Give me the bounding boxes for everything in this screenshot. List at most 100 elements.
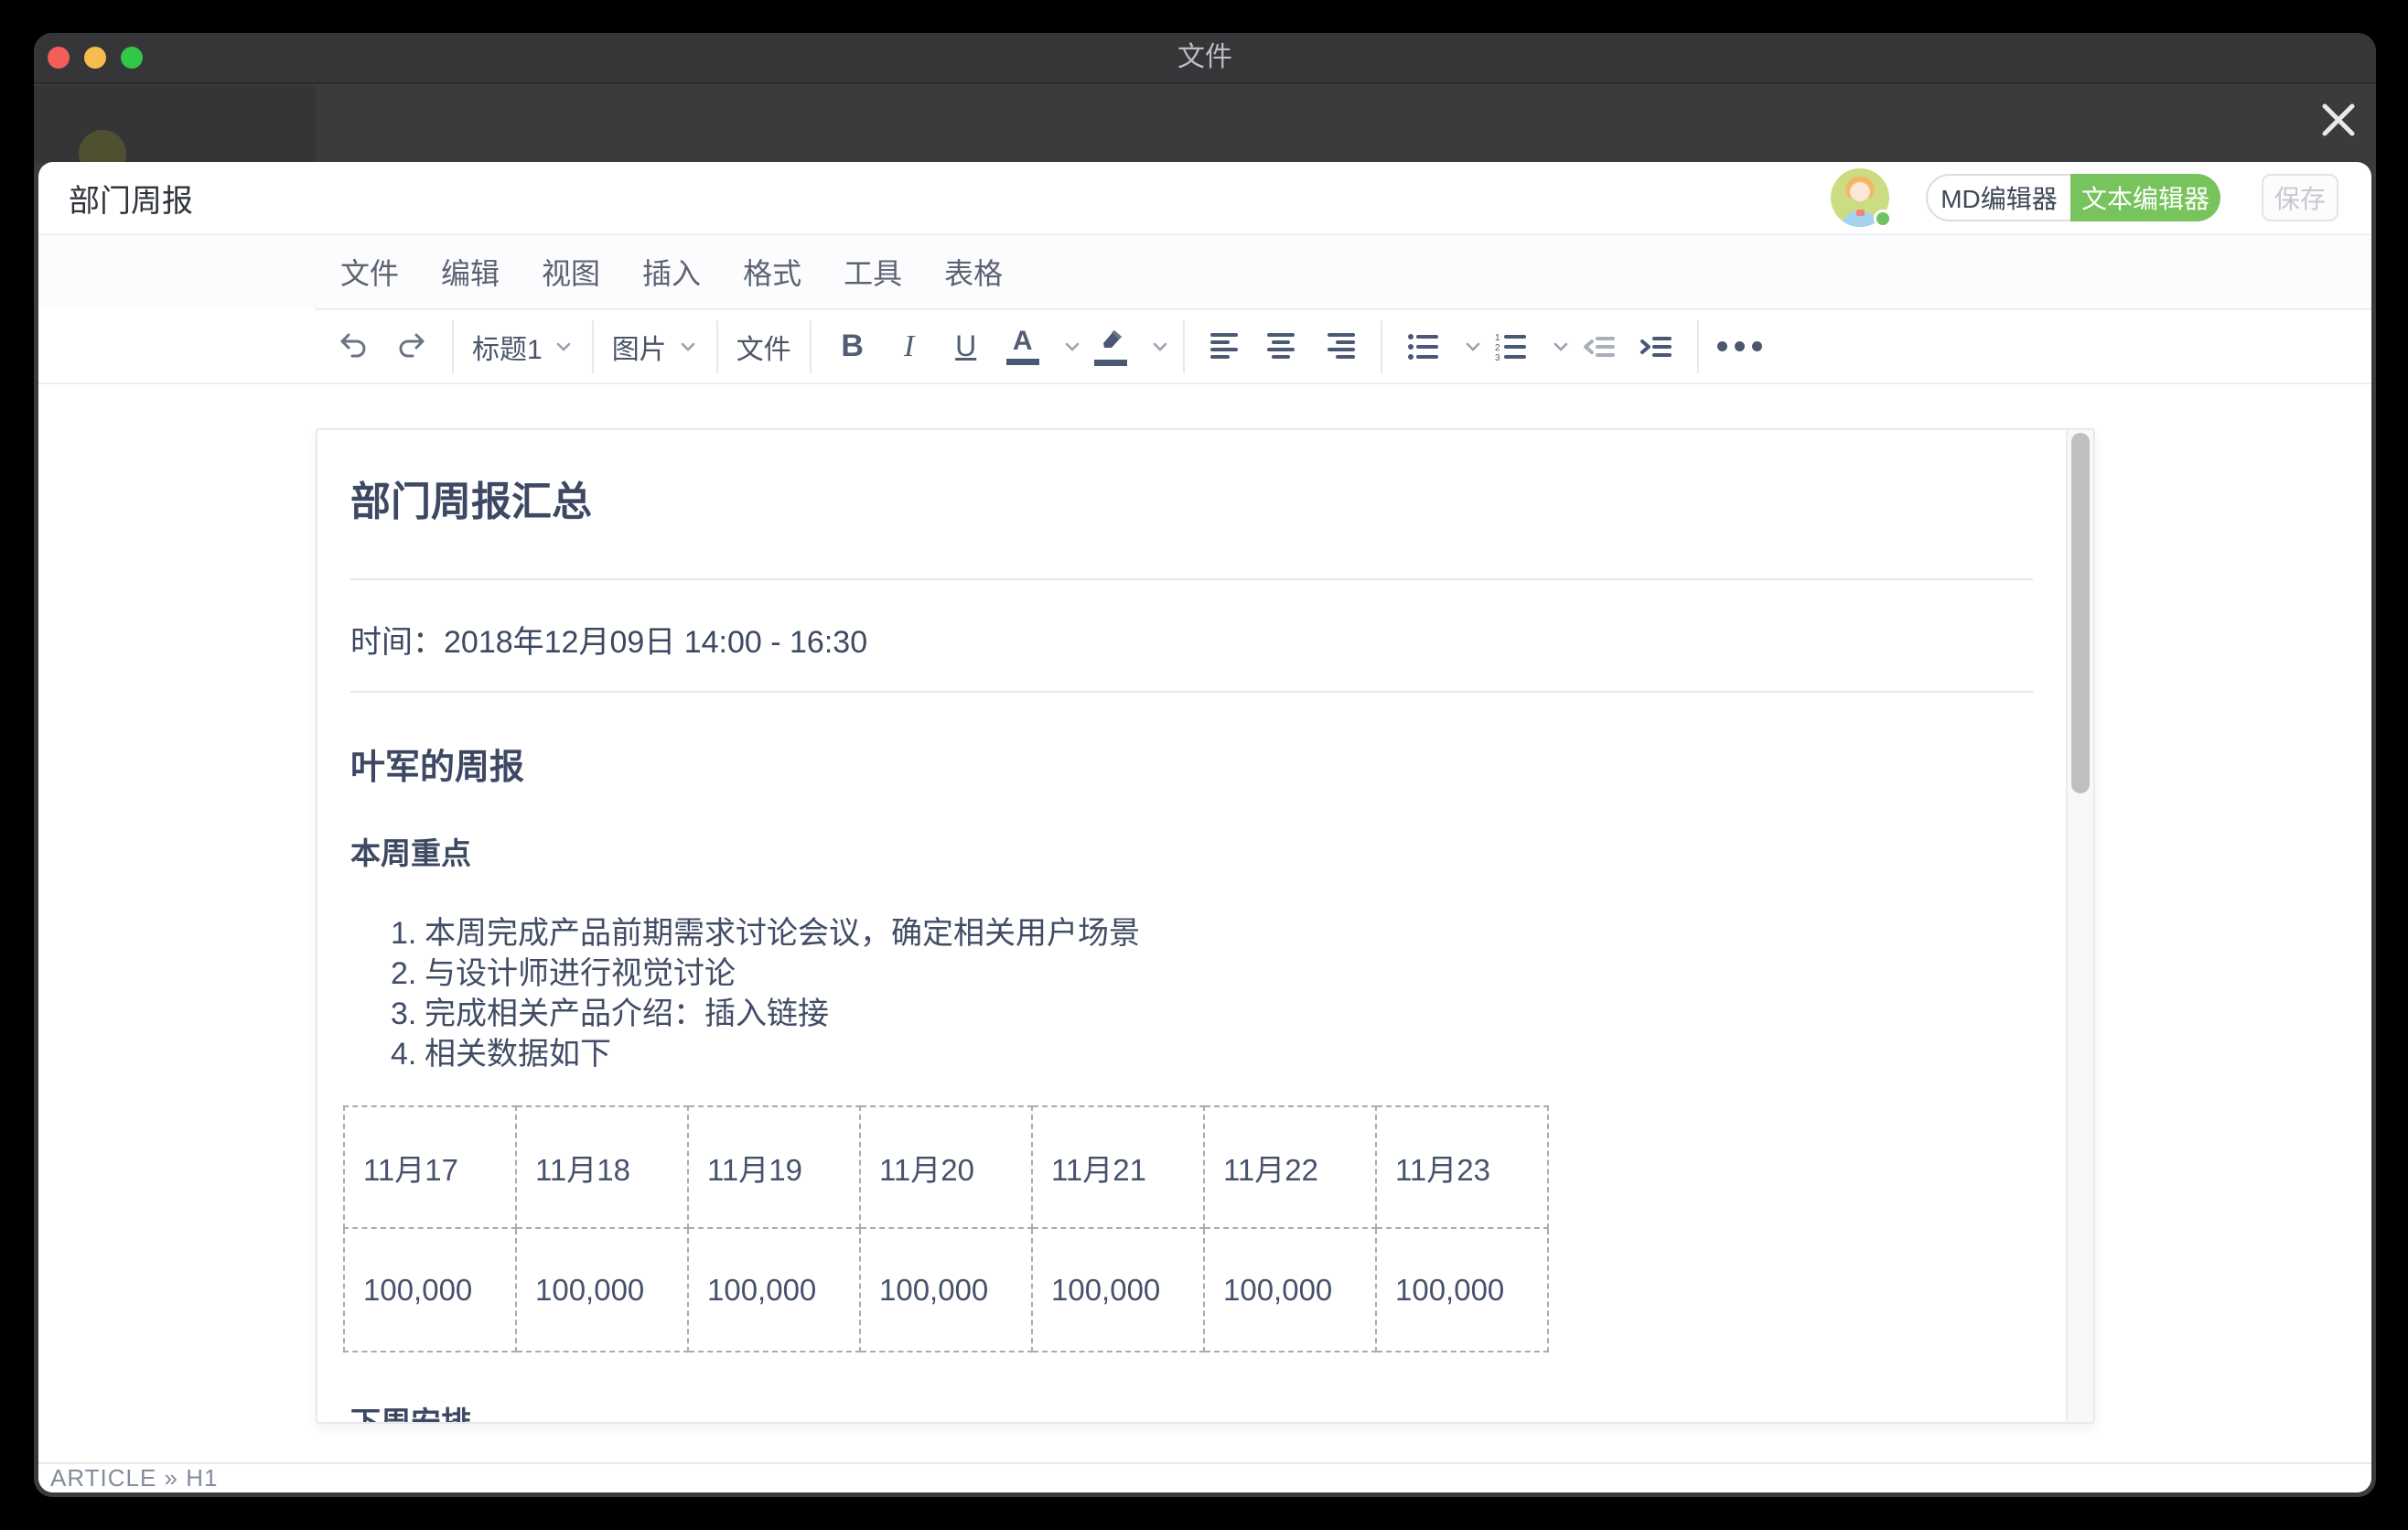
- scrollbar-track[interactable]: [2066, 430, 2093, 1422]
- italic-icon: I: [904, 329, 914, 364]
- redo-icon: [393, 329, 428, 364]
- menu-file[interactable]: 文件: [333, 247, 406, 296]
- doc-heading-3-next: 下周安排: [350, 1398, 2060, 1424]
- insert-file-button[interactable]: 文件: [736, 320, 791, 373]
- table-cell[interactable]: 100,000: [516, 1228, 688, 1352]
- doc-heading-3-focus: 本周重点: [350, 829, 2060, 873]
- list-item: 3. 完成相关产品介绍：插入链接: [391, 994, 2060, 1034]
- document-page[interactable]: 部门周报汇总 时间：2018年12月09日 14:00 - 16:30 叶军的周…: [316, 428, 2095, 1424]
- text-editor-tab[interactable]: 文本编辑器: [2070, 174, 2220, 221]
- table-row: 11月17 11月18 11月19 11月20 11月21 11月22 11月2…: [344, 1106, 1548, 1228]
- bold-button[interactable]: B: [830, 320, 876, 373]
- status-bar: ARTICLE » H1: [38, 1462, 2371, 1492]
- highlight-button[interactable]: [1088, 320, 1134, 373]
- ellipsis-icon: [1717, 341, 1762, 351]
- align-center-button[interactable]: [1260, 320, 1306, 373]
- table-cell[interactable]: 11月18: [516, 1106, 688, 1228]
- close-icon: [2317, 98, 2360, 142]
- table-cell[interactable]: 11月20: [860, 1106, 1032, 1228]
- breadcrumb: ARTICLE » H1: [50, 1464, 218, 1492]
- table-cell[interactable]: 100,000: [1032, 1228, 1204, 1352]
- table-cell[interactable]: 11月23: [1376, 1106, 1548, 1228]
- menu-format[interactable]: 格式: [736, 247, 809, 296]
- insert-image-dropdown[interactable]: 图片: [612, 320, 698, 373]
- underline-button[interactable]: U: [943, 320, 989, 373]
- bullet-list-icon: [1406, 331, 1441, 362]
- table-row: 100,000 100,000 100,000 100,000 100,000 …: [344, 1228, 1548, 1352]
- underline-icon: U: [955, 329, 976, 363]
- toolbar-separator: [1381, 320, 1382, 373]
- chevron-down-icon[interactable]: [1463, 337, 1483, 357]
- online-status-dot: [1874, 210, 1892, 228]
- list-item-number: 3.: [391, 994, 425, 1034]
- indent-button[interactable]: [1633, 320, 1679, 373]
- undo-button[interactable]: [331, 320, 377, 373]
- table-cell[interactable]: 11月19: [688, 1106, 860, 1228]
- heading-style-label: 标题1: [472, 327, 543, 367]
- align-right-button[interactable]: [1317, 320, 1362, 373]
- menu-insert[interactable]: 插入: [635, 247, 708, 296]
- titlebar: 文件: [34, 33, 2376, 84]
- highlight-color-bar: [1094, 360, 1127, 366]
- align-left-button[interactable]: [1203, 320, 1249, 373]
- insert-image-label: 图片: [612, 327, 667, 367]
- chevron-down-icon[interactable]: [1551, 337, 1571, 357]
- menu-edit[interactable]: 编辑: [434, 247, 507, 296]
- list-item-number: 2.: [391, 954, 425, 994]
- undo-icon: [337, 329, 371, 364]
- outdent-icon: [1582, 331, 1617, 362]
- numbered-list-icon: 123: [1494, 331, 1529, 362]
- table-cell[interactable]: 100,000: [344, 1228, 516, 1352]
- chevron-down-icon[interactable]: [1150, 337, 1170, 357]
- list-item: 1. 本周完成产品前期需求讨论会议，确定相关用户场景: [391, 913, 2060, 954]
- mac-window: 文件 部门周报 MD编辑器 文本编辑器: [34, 33, 2376, 1497]
- avatar[interactable]: [1831, 168, 1889, 227]
- list-item-number: 4.: [391, 1034, 425, 1074]
- menu-bar: 文件 编辑 视图 插入 格式 工具 表格: [38, 235, 2371, 308]
- chevron-down-icon[interactable]: [1062, 337, 1082, 357]
- window-title: 文件: [34, 33, 2376, 84]
- toolbar-separator: [716, 320, 718, 373]
- save-button[interactable]: 保存: [2262, 174, 2338, 221]
- font-color-button[interactable]: A: [1000, 320, 1046, 373]
- italic-button[interactable]: I: [887, 320, 932, 373]
- outdent-button[interactable]: [1576, 320, 1622, 373]
- toolbar-inner: 标题1 图片 文件 B: [315, 308, 2371, 382]
- menu-table[interactable]: 表格: [937, 247, 1010, 296]
- table-cell[interactable]: 100,000: [1376, 1228, 1548, 1352]
- dimmed-background-sidebar: [34, 86, 316, 163]
- redo-button[interactable]: [388, 320, 434, 373]
- document-title: 部门周报: [69, 176, 193, 221]
- menu-tools[interactable]: 工具: [836, 247, 909, 296]
- list-item: 4. 相关数据如下: [391, 1034, 2060, 1074]
- table-cell[interactable]: 11月22: [1204, 1106, 1376, 1228]
- md-editor-tab[interactable]: MD编辑器: [1926, 174, 2070, 221]
- list-item-text: 完成相关产品介绍：插入链接: [425, 994, 829, 1034]
- list-item-text: 本周完成产品前期需求讨论会议，确定相关用户场景: [425, 913, 1140, 954]
- table-cell[interactable]: 100,000: [1204, 1228, 1376, 1352]
- numbered-list-button[interactable]: 123: [1489, 320, 1534, 373]
- svg-text:3: 3: [1495, 353, 1500, 362]
- scrollbar-thumb[interactable]: [2071, 433, 2090, 793]
- doc-time-line: 时间：2018年12月09日 14:00 - 16:30: [350, 580, 2033, 693]
- close-button[interactable]: [2317, 98, 2360, 142]
- editor-mode-toggle: MD编辑器 文本编辑器: [1926, 174, 2220, 221]
- insert-file-label: 文件: [736, 327, 791, 367]
- toolbar-separator: [452, 320, 454, 373]
- heading-style-dropdown[interactable]: 标题1: [472, 320, 574, 373]
- ordered-list: 1. 本周完成产品前期需求讨论会议，确定相关用户场景 2. 与设计师进行视觉讨论…: [391, 913, 2060, 1074]
- chevron-down-icon: [678, 337, 698, 357]
- more-options-button[interactable]: [1717, 320, 1763, 373]
- toolbar: 标题1 图片 文件 B: [38, 308, 2371, 384]
- menu-view[interactable]: 视图: [534, 247, 607, 296]
- table-cell[interactable]: 11月17: [344, 1106, 516, 1228]
- table-cell[interactable]: 100,000: [688, 1228, 860, 1352]
- list-item-text: 相关数据如下: [425, 1034, 611, 1074]
- svg-text:2: 2: [1495, 343, 1500, 353]
- align-right-icon: [1322, 331, 1357, 362]
- bullet-list-button[interactable]: [1401, 320, 1446, 373]
- toolbar-separator: [1183, 320, 1185, 373]
- table-cell[interactable]: 100,000: [860, 1228, 1032, 1352]
- doc-heading-2: 叶军的周报: [350, 738, 2060, 789]
- table-cell[interactable]: 11月21: [1032, 1106, 1204, 1228]
